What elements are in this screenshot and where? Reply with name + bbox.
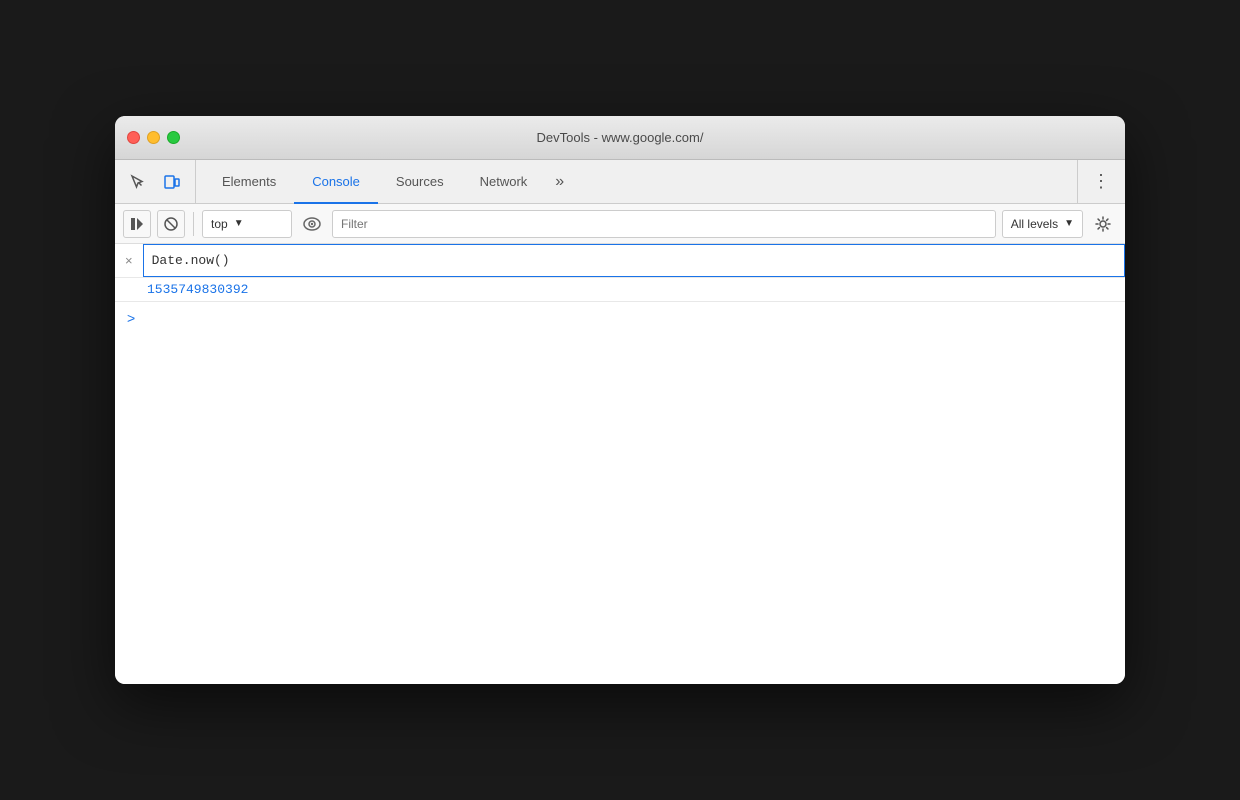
console-input-row: × [115,244,1125,278]
console-result-row: 1535749830392 [115,278,1125,302]
close-button[interactable] [127,131,140,144]
clear-errors-button[interactable] [157,210,185,238]
gear-icon [1095,216,1111,232]
devtools-window: DevTools - www.google.com/ Elements [115,116,1125,684]
minimize-button[interactable] [147,131,160,144]
tab-network[interactable]: Network [462,161,546,204]
device-toggle-button[interactable] [157,167,187,197]
devtools-menu-button[interactable]: ⋮ [1086,171,1117,192]
tab-console[interactable]: Console [294,161,378,204]
console-input[interactable] [143,244,1125,277]
run-icon [130,217,144,231]
tab-bar-end: ⋮ [1077,160,1117,203]
eye-icon [303,217,321,231]
cursor-icon [130,174,146,190]
watch-expressions-button[interactable] [298,210,326,238]
console-prompt-row[interactable]: > [115,302,1125,334]
more-tabs-button[interactable]: » [545,160,574,203]
console-content: × 1535749830392 > [115,244,1125,684]
log-levels-selector[interactable]: All levels ▼ [1002,210,1083,238]
console-result-value: 1535749830392 [127,282,248,297]
clear-input-button[interactable]: × [115,244,143,277]
console-toolbar: top ▼ All levels ▼ [115,204,1125,244]
traffic-lights [127,131,180,144]
filter-input[interactable] [332,210,996,238]
tab-sources[interactable]: Sources [378,161,462,204]
context-selector[interactable]: top ▼ [202,210,292,238]
inspect-element-button[interactable] [123,167,153,197]
title-bar: DevTools - www.google.com/ [115,116,1125,160]
tab-bar: Elements Console Sources Network » ⋮ [115,160,1125,204]
block-icon [164,217,178,231]
toolbar-icons [123,160,196,203]
console-settings-button[interactable] [1089,210,1117,238]
run-script-button[interactable] [123,210,151,238]
console-prompt-chevron: > [127,310,135,326]
window-title: DevTools - www.google.com/ [537,130,704,145]
tab-elements[interactable]: Elements [204,161,294,204]
device-icon [164,174,180,190]
maximize-button[interactable] [167,131,180,144]
tabs: Elements Console Sources Network » [204,160,1077,203]
toolbar-divider [193,212,194,236]
